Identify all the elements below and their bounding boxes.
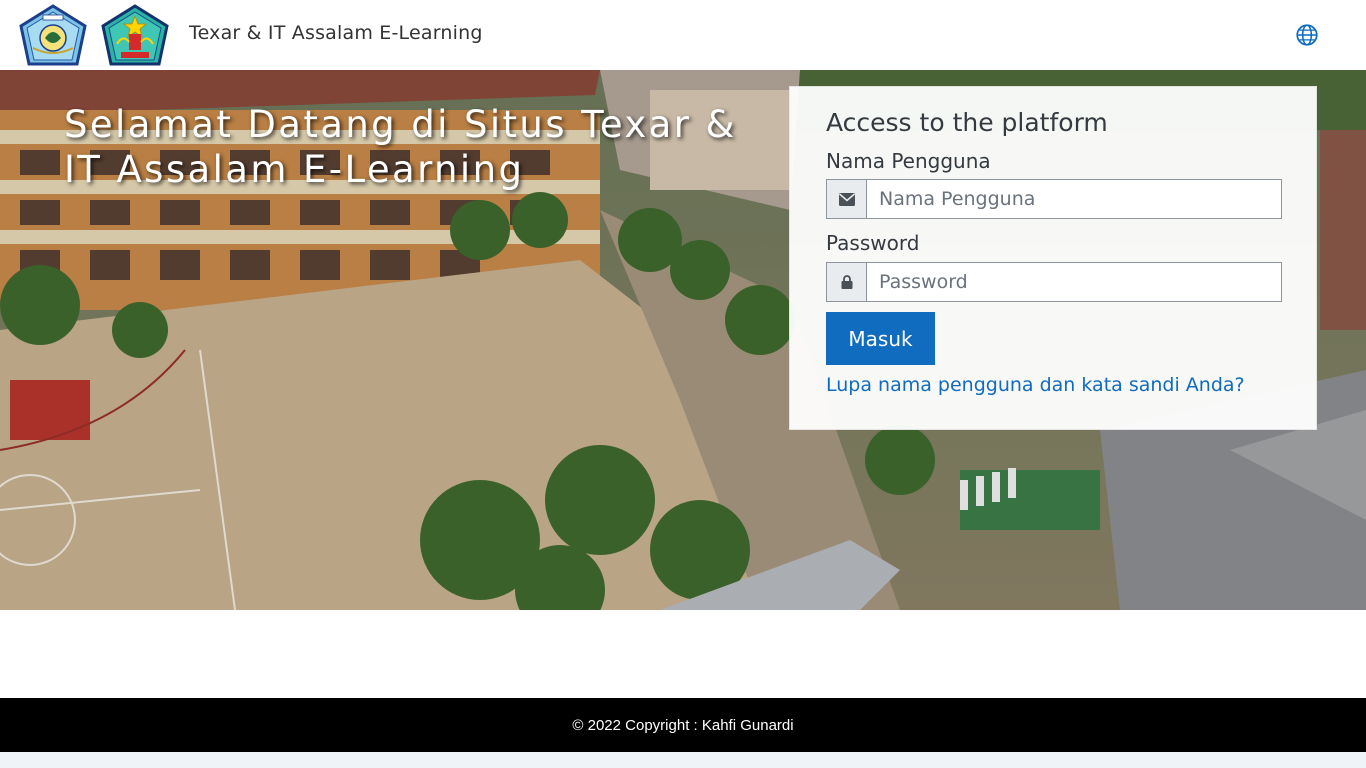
- username-label: Nama Pengguna: [826, 149, 991, 173]
- login-card: Access to the platform Nama Pengguna Pas…: [789, 86, 1317, 430]
- bottom-strip: [0, 752, 1366, 768]
- password-label: Password: [826, 231, 920, 255]
- username-input-group: [826, 179, 1282, 219]
- password-input[interactable]: [866, 262, 1282, 302]
- footer: © 2022 Copyright : Kahfi Gunardi: [0, 698, 1366, 752]
- copyright-text: © 2022 Copyright : Kahfi Gunardi: [572, 716, 794, 734]
- login-title: Access to the platform: [826, 108, 1108, 137]
- school-emblem-logo[interactable]: [19, 4, 87, 66]
- top-navbar: Texar & IT Assalam E-Learning: [0, 0, 1366, 70]
- welcome-heading: Selamat Datang di Situs Texar & IT Assal…: [64, 103, 737, 191]
- content-spacer: [0, 610, 1366, 698]
- site-name[interactable]: Texar & IT Assalam E-Learning: [189, 22, 483, 44]
- globe-icon[interactable]: [1294, 22, 1320, 48]
- forgot-credentials-link[interactable]: Lupa nama pengguna dan kata sandi Anda?: [826, 374, 1245, 396]
- province-emblem-logo[interactable]: [101, 4, 169, 66]
- lock-icon: [826, 262, 866, 302]
- username-input[interactable]: [866, 179, 1282, 219]
- password-input-group: [826, 262, 1282, 302]
- envelope-icon: [826, 179, 866, 219]
- login-button[interactable]: Masuk: [826, 312, 935, 365]
